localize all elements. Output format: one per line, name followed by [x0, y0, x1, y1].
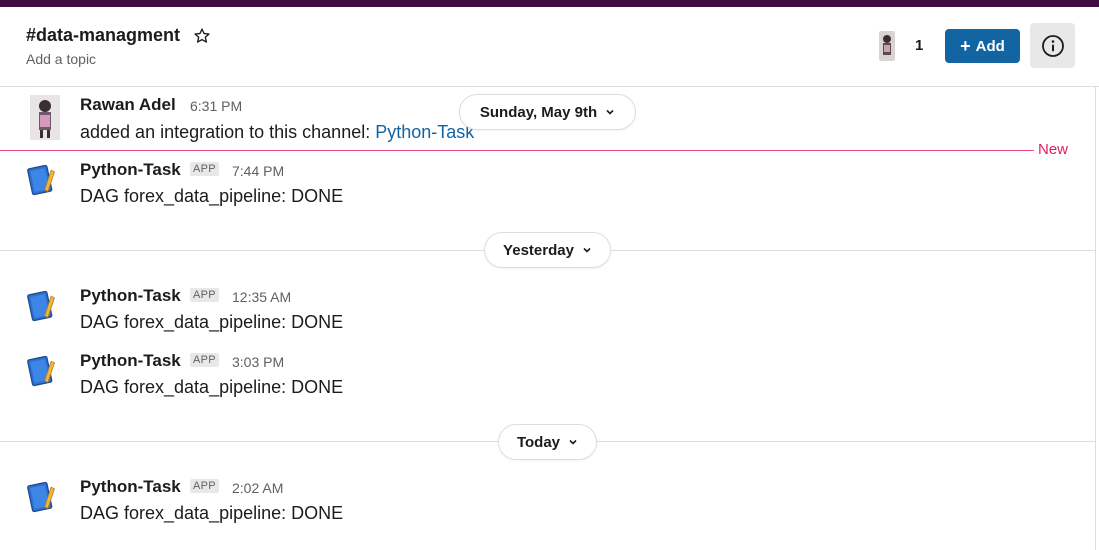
message-text-prefix: added an integration to this channel: — [80, 122, 376, 142]
message-item[interactable]: Python-Task APP 2:02 AM DAG forex_data_p… — [0, 477, 1099, 527]
message-text: added an integration to this channel: Py… — [80, 122, 474, 143]
message-timestamp[interactable]: 2:02 AM — [232, 480, 283, 496]
date-divider-label: Yesterday — [503, 241, 574, 259]
date-divider-label: Today — [516, 433, 561, 451]
message-author[interactable]: Python-Task — [80, 477, 181, 497]
message-timestamp[interactable]: 12:35 AM — [232, 289, 291, 305]
notebook-icon[interactable] — [25, 288, 61, 324]
chevron-down-icon — [569, 439, 577, 445]
app-badge: APP — [190, 288, 219, 302]
message-item[interactable]: Python-Task APP 3:03 PM DAG forex_data_p… — [0, 351, 1099, 401]
channel-header: #data-managment Add a topic 1 + Add — [0, 7, 1099, 87]
notebook-icon[interactable] — [25, 162, 61, 198]
date-divider-today[interactable]: Today — [498, 424, 597, 460]
message-timestamp[interactable]: 6:31 PM — [190, 98, 242, 114]
channel-details-button[interactable] — [1030, 23, 1075, 68]
message-timestamp[interactable]: 7:44 PM — [232, 163, 284, 179]
topic-placeholder[interactable]: Add a topic — [26, 51, 96, 67]
app-badge: APP — [190, 353, 219, 367]
add-button[interactable]: + Add — [945, 29, 1020, 63]
member-avatar[interactable] — [879, 31, 895, 61]
message-author[interactable]: Python-Task — [80, 351, 181, 371]
message-text: DAG forex_data_pipeline: DONE — [80, 312, 344, 332]
message-text: DAG forex_data_pipeline: DONE — [80, 503, 344, 523]
notebook-icon[interactable] — [25, 353, 61, 389]
app-badge: APP — [190, 162, 219, 176]
notebook-icon[interactable] — [25, 479, 61, 515]
app-badge: APP — [190, 479, 219, 493]
chevron-down-icon — [583, 247, 591, 253]
member-count[interactable]: 1 — [915, 37, 923, 54]
channel-name[interactable]: #data-managment — [26, 25, 180, 46]
message-item[interactable]: Python-Task APP 7:44 PM DAG forex_data_p… — [0, 160, 1099, 210]
new-messages-line — [0, 150, 1034, 151]
add-button-label: Add — [975, 37, 1005, 55]
chevron-down-icon — [606, 109, 614, 115]
star-icon[interactable] — [193, 27, 211, 45]
date-divider-yesterday[interactable]: Yesterday — [484, 232, 611, 268]
user-avatar[interactable] — [30, 95, 60, 140]
workspace-top-bar — [0, 0, 1099, 7]
info-icon — [1041, 34, 1064, 57]
date-divider-label: Sunday, May 9th — [479, 103, 598, 121]
message-author[interactable]: Python-Task — [80, 160, 181, 180]
message-item[interactable]: Python-Task APP 12:35 AM DAG forex_data_… — [0, 286, 1099, 336]
message-text: DAG forex_data_pipeline: DONE — [80, 186, 344, 206]
message-timestamp[interactable]: 3:03 PM — [232, 354, 284, 370]
message-author[interactable]: Python-Task — [80, 286, 181, 306]
integration-link[interactable]: Python-Task — [375, 122, 474, 142]
plus-icon: + — [960, 36, 971, 56]
date-divider-sunday[interactable]: Sunday, May 9th — [459, 94, 636, 130]
message-author[interactable]: Rawan Adel — [80, 95, 176, 115]
message-text: DAG forex_data_pipeline: DONE — [80, 377, 344, 397]
new-messages-label: New — [1038, 141, 1069, 158]
